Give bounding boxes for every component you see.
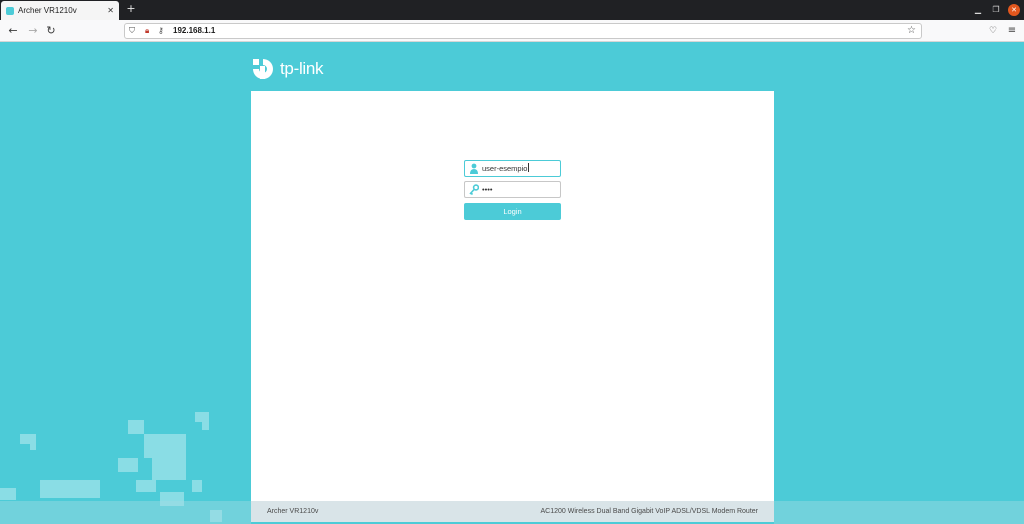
tab-favicon-icon — [6, 6, 14, 15]
minimize-icon[interactable]: ▁ — [972, 4, 984, 16]
address-bar[interactable]: ⛉ 🔒︎ ⚷ 192.168.1.1 ☆ — [124, 23, 922, 39]
login-button[interactable]: Login — [464, 203, 561, 220]
lock-icon[interactable]: 🔒︎ — [145, 24, 149, 38]
browser-titlebar: Archer VR1210v ✕ + ▁ ❐ ✕ — [0, 0, 1024, 20]
back-icon[interactable]: ← — [6, 24, 20, 38]
username-value: user-esempio — [482, 163, 530, 173]
pocket-icon[interactable]: ♡ — [986, 24, 1000, 38]
page-footer: Archer VR1210v AC1200 Wireless Dual Band… — [251, 501, 774, 522]
password-field[interactable]: •••• — [464, 181, 561, 198]
footer-model: Archer VR1210v — [267, 508, 319, 515]
login-panel: user-esempio •••• Login — [251, 91, 774, 501]
tab-title: Archer VR1210v — [18, 6, 77, 15]
forward-icon[interactable]: → — [26, 24, 40, 38]
background-strip-right — [774, 501, 1024, 524]
browser-tab[interactable]: Archer VR1210v ✕ — [1, 1, 119, 20]
browser-navbar: ← → ↻ ⛉ 🔒︎ ⚷ 192.168.1.1 ☆ ♡ ≡ — [0, 20, 1024, 42]
background-strip-left — [0, 501, 251, 524]
username-field[interactable]: user-esempio — [464, 160, 561, 177]
shield-icon[interactable]: ⛉ — [129, 24, 135, 38]
logo-text: tp-link — [280, 59, 324, 78]
key-icon — [469, 184, 479, 196]
footer-description: AC1200 Wireless Dual Band Gigabit VoIP A… — [540, 508, 759, 515]
user-icon — [470, 163, 478, 174]
menu-icon[interactable]: ≡ — [1005, 24, 1019, 38]
url-text[interactable]: 192.168.1.1 — [173, 24, 215, 38]
key-icon[interactable]: ⚷ — [158, 24, 164, 38]
star-icon[interactable]: ☆ — [907, 24, 916, 38]
restore-icon[interactable]: ❐ — [990, 4, 1002, 16]
reload-icon[interactable]: ↻ — [44, 24, 58, 38]
tp-link-logo: tp-link — [250, 55, 324, 83]
tp-link-logo-icon — [253, 59, 273, 79]
new-tab-button[interactable]: + — [125, 2, 137, 16]
password-mask: •••• — [482, 185, 493, 194]
tab-close-icon[interactable]: ✕ — [107, 6, 114, 15]
window-close-icon[interactable]: ✕ — [1008, 4, 1020, 16]
